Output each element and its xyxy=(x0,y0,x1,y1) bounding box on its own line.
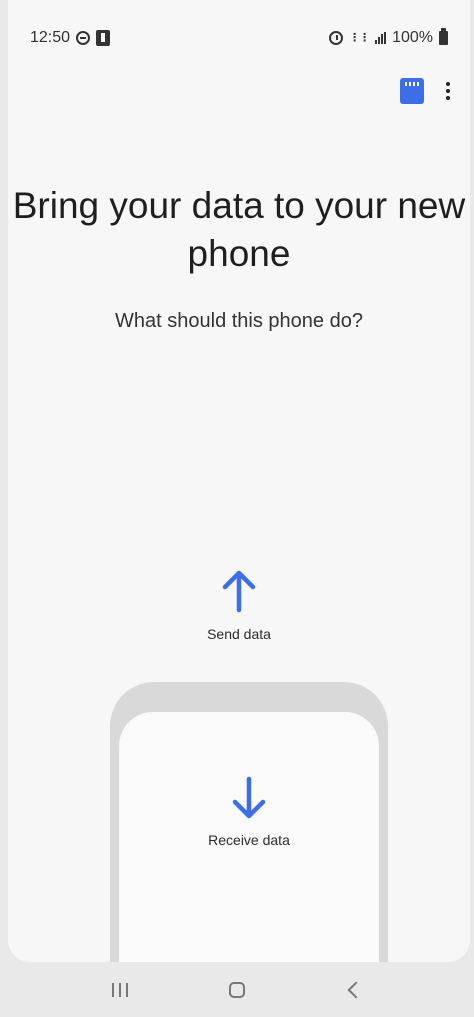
status-right: ⋮⋮ 100% xyxy=(329,28,448,47)
recents-button[interactable] xyxy=(100,974,140,1006)
send-data-option[interactable]: Send data xyxy=(8,566,470,651)
app-window: 12:50 ⋮⋮ 100% Bring your data to your ne… xyxy=(8,0,470,962)
phone-frame-graphic: Receive data xyxy=(110,682,388,962)
page-subtitle: What should this phone do? xyxy=(115,310,363,332)
arrow-up-icon xyxy=(222,570,256,613)
status-left: 12:50 xyxy=(30,29,111,47)
sd-card-icon[interactable] xyxy=(400,78,424,104)
status-bar: 12:50 ⋮⋮ 100% xyxy=(30,26,448,50)
do-not-disturb-icon xyxy=(76,31,91,45)
back-icon xyxy=(347,981,365,998)
battery-icon xyxy=(439,28,448,45)
page-title: Bring your data to your new phone xyxy=(12,185,466,274)
network-icon: ⋮⋮ xyxy=(349,31,370,44)
battery-percentage: 100% xyxy=(392,29,433,46)
home-button[interactable] xyxy=(217,974,257,1006)
send-data-label: Send data xyxy=(207,626,271,642)
receive-data-label: Receive data xyxy=(208,832,290,848)
alarm-icon xyxy=(329,31,344,45)
arrow-down-icon xyxy=(232,776,266,819)
phone-frame-inner: Receive data xyxy=(119,712,379,962)
top-actions xyxy=(400,78,450,104)
more-options-icon[interactable] xyxy=(446,81,450,101)
signal-icon xyxy=(375,32,387,44)
receive-data-option[interactable]: Receive data xyxy=(119,775,379,855)
usb-icon xyxy=(96,30,111,46)
phone-screen: 12:50 ⋮⋮ 100% Bring your data to your ne… xyxy=(0,0,474,1017)
back-button[interactable] xyxy=(334,974,374,1006)
recents-icon xyxy=(112,982,129,997)
status-time: 12:50 xyxy=(30,29,71,46)
navigation-bar xyxy=(0,962,474,1017)
home-icon xyxy=(228,981,245,998)
